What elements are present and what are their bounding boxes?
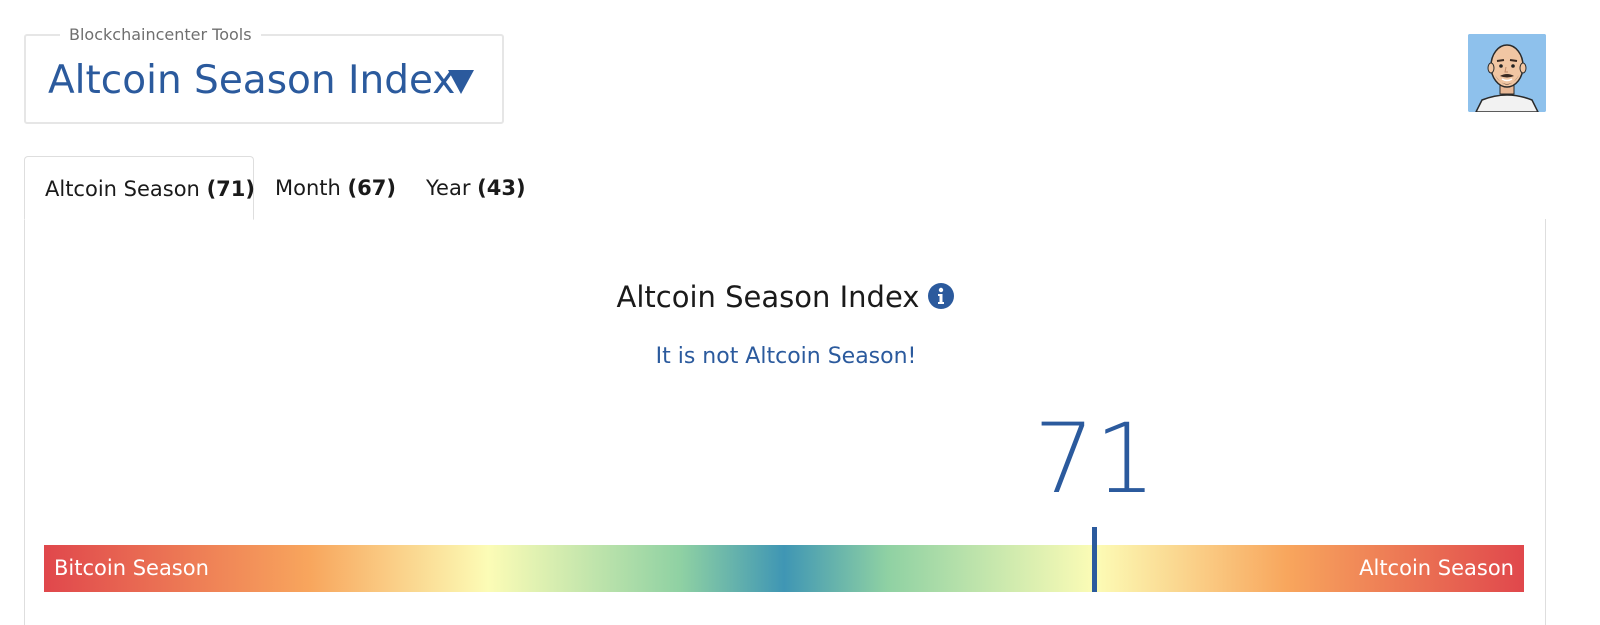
tool-selector-title[interactable]: Altcoin Season Index <box>48 58 455 104</box>
index-marker <box>1092 527 1098 592</box>
index-panel: Altcoin Season Index It is not Altcoin S… <box>24 219 1546 625</box>
avatar[interactable] <box>1468 34 1546 112</box>
tab-value: (67) <box>347 176 396 200</box>
panel-heading: Altcoin Season Index <box>25 279 1547 315</box>
tab-value: (71) <box>206 177 255 201</box>
tab-altcoin-season[interactable]: Altcoin Season (71) <box>24 156 255 220</box>
user-avatar-icon <box>1468 34 1546 112</box>
season-status: It is not Altcoin Season! <box>655 344 917 369</box>
caret-down-icon[interactable] <box>446 66 476 96</box>
tab-month[interactable]: Month (67) <box>255 156 416 220</box>
tab-value: (43) <box>477 176 526 200</box>
tab-year[interactable]: Year (43) <box>406 156 546 220</box>
info-icon[interactable] <box>927 282 955 310</box>
tool-selector[interactable]: Blockchaincenter Tools Altcoin Season In… <box>24 26 504 124</box>
scale-left-label: Bitcoin Season <box>54 556 209 580</box>
season-scale-bar: Bitcoin Season Altcoin Season <box>44 545 1524 592</box>
tab-label: Year <box>426 176 471 200</box>
panel-title: Altcoin Season Index <box>616 280 920 314</box>
index-value: 71 <box>1033 403 1156 515</box>
tool-selector-legend: Blockchaincenter Tools <box>60 26 261 44</box>
tab-label: Altcoin Season <box>45 177 200 201</box>
tab-label: Month <box>275 176 341 200</box>
scale-right-label: Altcoin Season <box>1359 556 1514 580</box>
